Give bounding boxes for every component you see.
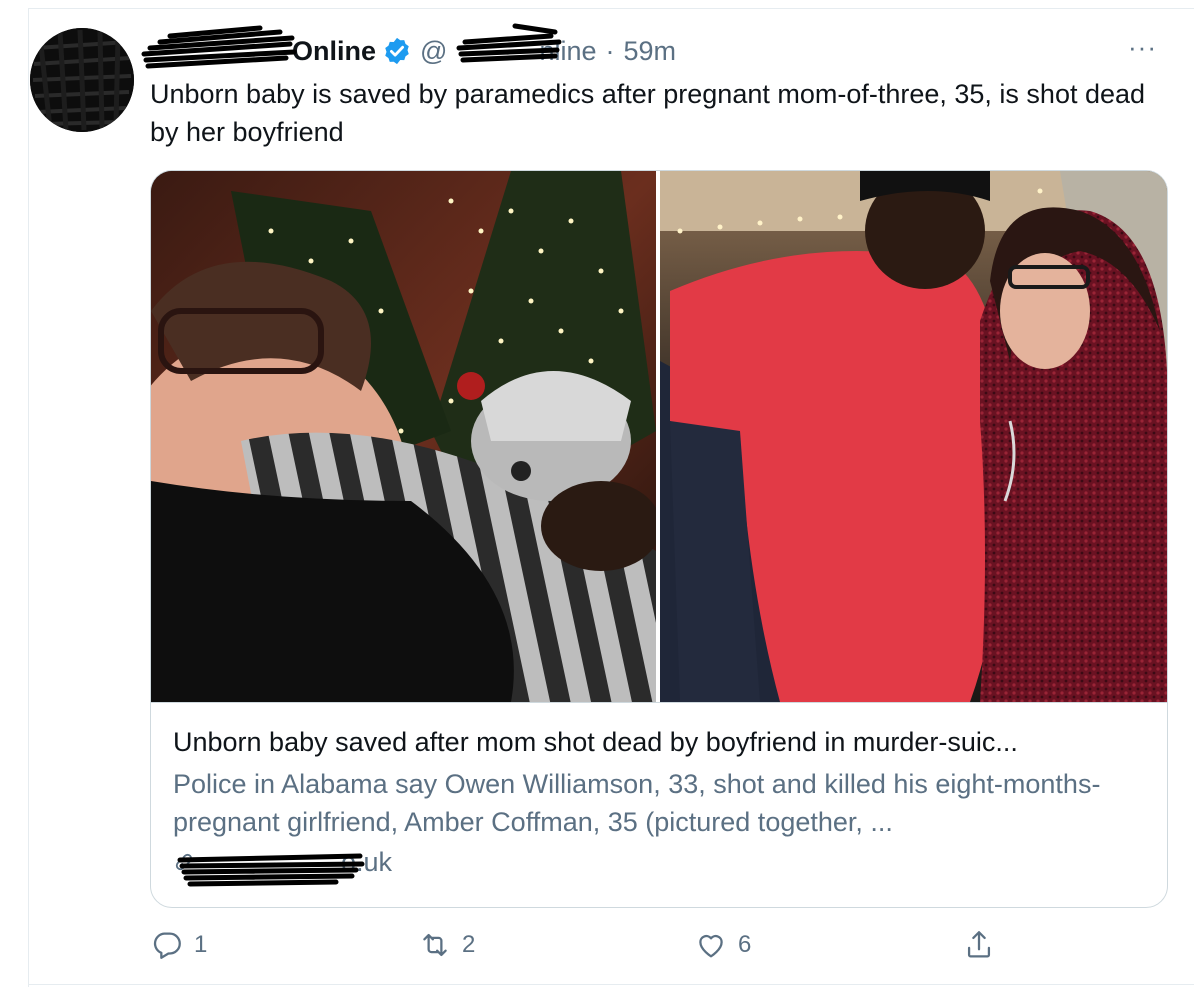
photo-couple-standing [660,171,1167,702]
reply-button[interactable]: 1 [150,928,207,962]
card-domain[interactable]: o.uk [173,843,1143,881]
avatar[interactable] [30,28,134,132]
card-divider [151,702,1167,703]
share-icon [967,931,991,958]
reply-icon [153,932,181,959]
like-icon [699,934,723,958]
card-domain-text: o.uk [341,847,393,877]
retweet-icon [423,933,447,957]
tweet-text: Unborn baby is saved by paramedics after… [150,79,1146,147]
reply-count: 1 [194,931,208,958]
author-display-name[interactable]: Online [292,36,376,67]
avatar-scribble-redaction [30,28,134,132]
more-icon[interactable]: ··· [1128,32,1157,63]
timeline-border-top [28,8,1194,9]
link-card[interactable]: Unborn baby saved after mom shot dead by… [150,170,1168,908]
card-description: Police in Alabama say Owen Williamson, 3… [173,769,1101,837]
retweet-button[interactable]: 2 [418,928,475,962]
card-body[interactable]: Unborn baby saved after mom shot dead by… [173,723,1143,881]
timeline-border-left [28,8,29,987]
verified-badge-icon [385,37,409,65]
retweet-count: 2 [462,931,476,958]
tweet-timestamp[interactable]: 59m [623,36,676,67]
photo-woman-christmas-tree [151,171,656,702]
like-count: 6 [738,931,752,958]
share-button[interactable] [962,928,1006,962]
like-button[interactable]: 6 [694,928,751,962]
card-media[interactable] [151,171,1167,702]
tweet-header: Online @ nline · 59m [150,32,676,70]
card-title[interactable]: Unborn baby saved after mom shot dead by… [173,723,1143,761]
card-photo-right[interactable] [660,171,1167,702]
header-separator: · [605,35,615,66]
author-handle-suffix[interactable]: nline [539,36,596,67]
timeline-border-bottom [28,984,1194,985]
link-icon [175,853,193,871]
author-handle-prefix[interactable]: @ [420,36,447,67]
card-photo-left[interactable] [151,171,656,702]
